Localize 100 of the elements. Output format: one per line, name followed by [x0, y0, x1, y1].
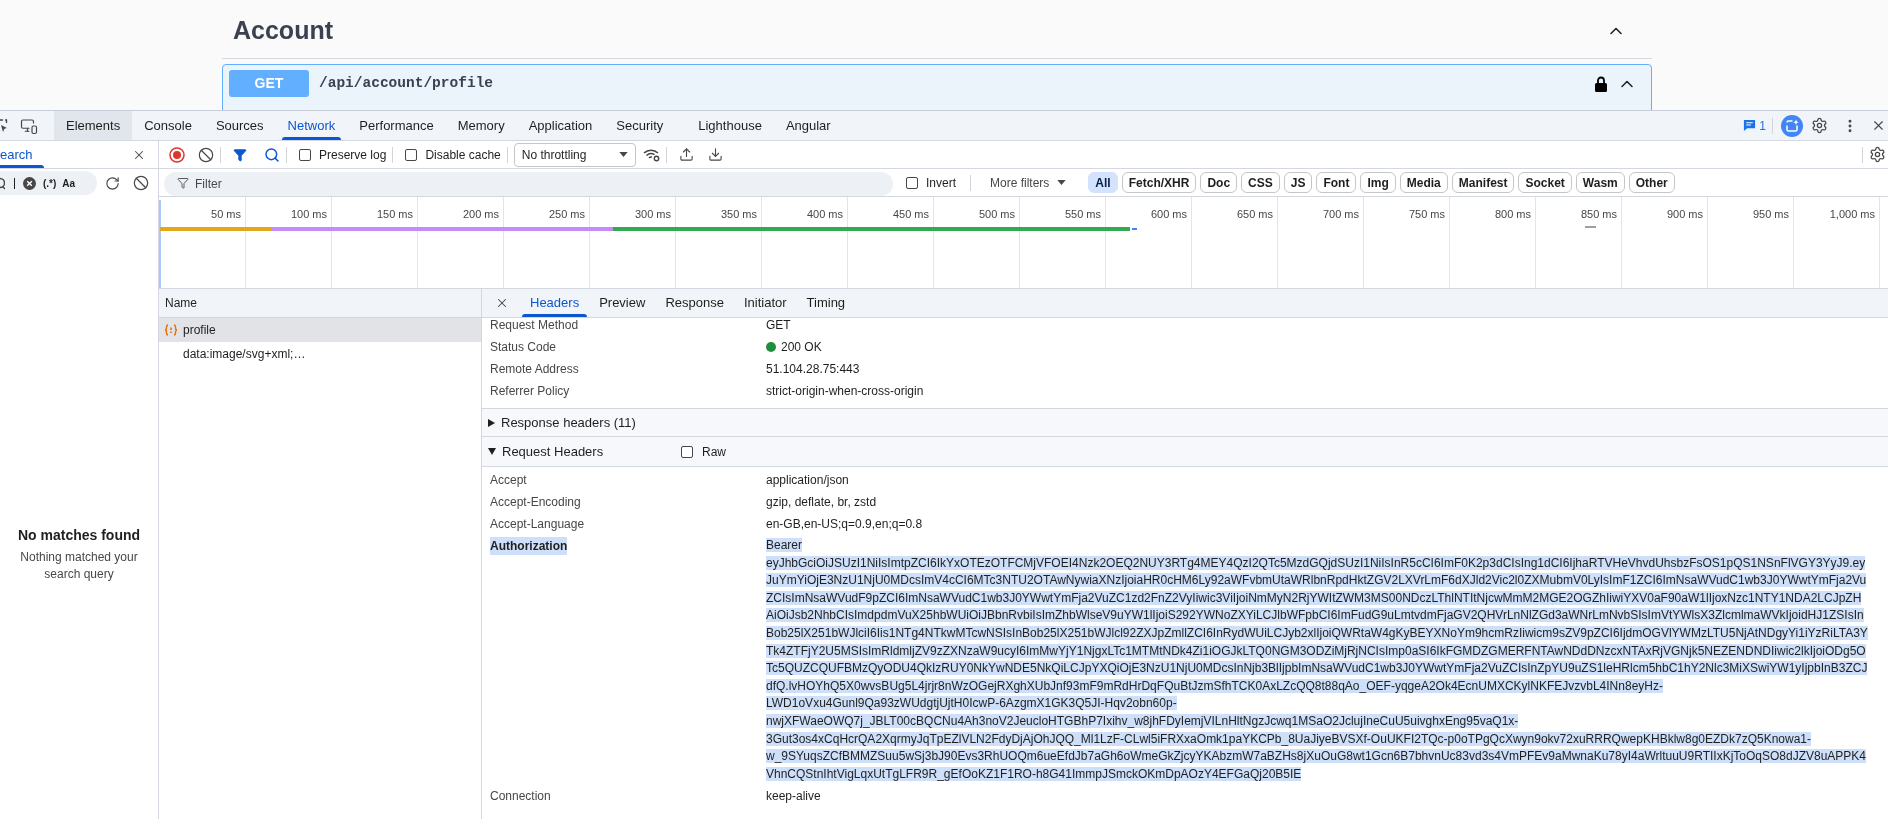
tick-label: 300 ms	[634, 207, 671, 222]
request-name: profile	[183, 322, 216, 339]
header-name: Accept	[490, 472, 527, 489]
tick-label: 600 ms	[1150, 207, 1187, 222]
settings-icon[interactable]	[1811, 117, 1828, 134]
section-title[interactable]: Request Headers	[502, 441, 681, 462]
request-row[interactable]: data:image/svg+xml;…	[159, 342, 481, 366]
tick-label: 350 ms	[720, 207, 757, 222]
ban-icon[interactable]	[133, 175, 149, 191]
download-icon[interactable]	[707, 147, 723, 162]
tick-label: 50 ms	[211, 207, 241, 222]
tick-label: 900 ms	[1666, 207, 1703, 222]
section-header[interactable]: Request Headers Raw	[482, 437, 1888, 467]
wifi-settings-icon[interactable]	[642, 147, 660, 162]
panel-tab[interactable]: Performance	[347, 111, 446, 140]
match-case-toggle[interactable]: Aa	[62, 175, 76, 191]
header-name: Authorization	[490, 537, 568, 555]
issues-count[interactable]: 1	[1759, 116, 1766, 135]
checkbox[interactable]	[906, 176, 918, 189]
regex-toggle[interactable]: (.*)	[43, 175, 57, 191]
header-name: Connection	[490, 788, 551, 806]
header-value: gzip, deflate, br, zstd	[766, 494, 877, 511]
type-filter-chip[interactable]: All	[1088, 172, 1118, 193]
tick-label: 450 ms	[892, 207, 929, 222]
panel-tab[interactable]: Network	[275, 111, 348, 140]
panel-tab[interactable]: Sources	[203, 111, 276, 140]
checkbox[interactable]	[299, 148, 311, 161]
chat-bubble-icon[interactable]	[1743, 119, 1757, 132]
filter-field[interactable]: Filter	[164, 171, 893, 196]
panel-tab[interactable]: Angular	[773, 111, 843, 140]
close-icon[interactable]	[1871, 118, 1886, 133]
header-name: Referrer Policy	[490, 383, 571, 400]
tick-label: 650 ms	[1236, 207, 1273, 222]
detail-tab[interactable]: Preview	[589, 289, 656, 317]
search-icon	[0, 176, 5, 190]
type-filter-chip[interactable]: Manifest	[1451, 172, 1515, 193]
checkbox[interactable]	[681, 445, 693, 458]
checkbox[interactable]	[405, 148, 418, 161]
checkbox-label[interactable]: Disable cache	[425, 145, 501, 164]
detail-tab[interactable]: Headers	[520, 289, 590, 317]
more-filters-dropdown[interactable]: More filters	[990, 173, 1067, 192]
request-row[interactable]: profile	[159, 318, 481, 342]
panel-tab[interactable]: Application	[516, 111, 605, 140]
ban-icon[interactable]	[198, 146, 214, 163]
panel-tab[interactable]: Lighthouse	[686, 111, 774, 140]
checkbox-label[interactable]: Preserve log	[319, 145, 387, 164]
settings-icon[interactable]	[1869, 146, 1886, 163]
type-filter-chip[interactable]: Media	[1399, 172, 1448, 193]
type-filter-chip[interactable]: JS	[1283, 172, 1313, 193]
throttling-select[interactable]: No throttling	[513, 142, 636, 167]
header-value: 200 OK	[781, 339, 822, 356]
panel-tab[interactable]: Elements	[54, 111, 133, 140]
detail-tab[interactable]: Initiator	[733, 289, 797, 317]
column-header[interactable]: Name	[159, 289, 481, 318]
type-filter-chip[interactable]: Doc	[1200, 172, 1238, 193]
type-filter-chip[interactable]: Socket	[1518, 172, 1572, 193]
search-field[interactable]: (.*) Aa	[0, 171, 97, 195]
checkbox-label[interactable]: Invert	[926, 173, 956, 192]
filter-icon[interactable]	[233, 147, 247, 162]
endpoint-path: /api/account/profile	[319, 73, 494, 93]
triangle-down-icon[interactable]	[488, 448, 496, 455]
tick-label: 1,000 ms	[1829, 207, 1875, 222]
panel-tab[interactable]: Memory	[445, 111, 517, 140]
header-name: Request Method	[490, 318, 580, 334]
type-filter-chip[interactable]: Fetch/XHR	[1121, 172, 1197, 193]
type-filter-chip[interactable]: Other	[1628, 172, 1675, 193]
tick-label: 750 ms	[1408, 207, 1445, 222]
operation-header[interactable]: GET /api/account/profile	[222, 64, 1652, 110]
header-name: Accept-Language	[490, 516, 585, 533]
caret-icon	[1057, 180, 1067, 185]
record-icon[interactable]	[169, 146, 185, 163]
clear-circle-icon[interactable]	[23, 176, 36, 190]
checkbox-label[interactable]: Raw	[702, 442, 726, 461]
header-name: Remote Address	[490, 361, 580, 378]
search-icon[interactable]	[264, 146, 280, 163]
tick-label: 200 ms	[462, 207, 499, 222]
refresh-icon[interactable]	[105, 175, 120, 191]
triangle-right-icon[interactable]	[488, 418, 495, 427]
section-title[interactable]: Response headers (11)	[501, 412, 636, 433]
upload-icon[interactable]	[678, 147, 694, 162]
lock-icon[interactable]	[1595, 75, 1607, 92]
panel-tab[interactable]: Console	[132, 111, 204, 140]
panel-tab[interactable]: Security	[604, 111, 676, 140]
devices-icon[interactable]	[20, 116, 38, 135]
type-filter-chip[interactable]: Img	[1360, 172, 1396, 193]
text-cursor	[14, 177, 15, 189]
detail-tab[interactable]: Timing	[796, 289, 856, 317]
type-filter-chip[interactable]: CSS	[1241, 172, 1280, 193]
tick-label: 500 ms	[978, 207, 1015, 222]
type-filter-chip[interactable]: Wasm	[1575, 172, 1625, 193]
inspect-icon[interactable]	[0, 118, 8, 133]
type-filter-chip[interactable]: Font	[1316, 172, 1357, 193]
timeline-handle[interactable]	[159, 200, 161, 288]
sparkle-chat-icon[interactable]	[1781, 114, 1803, 137]
drawer-tab[interactable]: earch	[0, 141, 44, 168]
detail-tab[interactable]: Response	[655, 289, 734, 317]
header-name: Status Code	[490, 339, 558, 356]
tick-label: 150 ms	[376, 207, 413, 222]
close-icon[interactable]	[495, 296, 509, 310]
section-header[interactable]: Response headers (11)	[482, 408, 1888, 437]
